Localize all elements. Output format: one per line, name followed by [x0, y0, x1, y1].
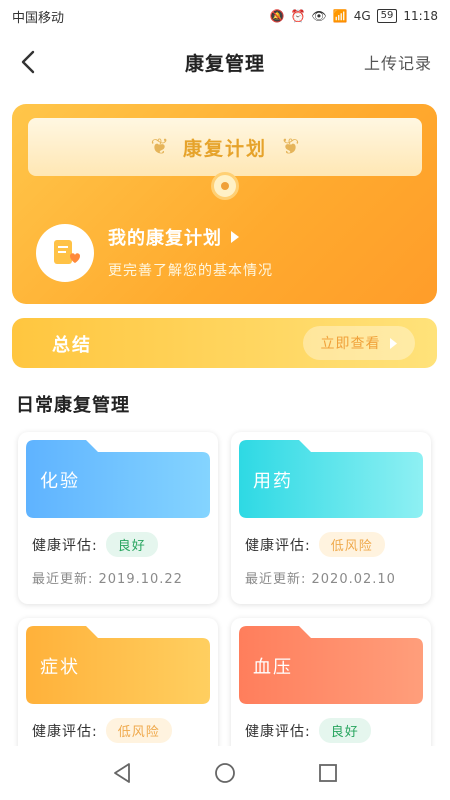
plan-banner: ❦ 康复计划 ❦	[28, 118, 422, 176]
plan-document-icon	[36, 224, 94, 282]
pin-dot-icon	[211, 172, 239, 200]
play-arrow-icon	[231, 231, 239, 243]
back-button[interactable]	[14, 46, 42, 78]
card-title: 血压	[253, 657, 293, 678]
status-badge: 低风险	[105, 718, 172, 743]
card-lab-test[interactable]: 化验 健康评估: 良好 最近更新: 2019.10.22	[18, 432, 218, 604]
status-bar: 中国移动 🔕 ⏰ 👁 📶 4G 59 11:18	[0, 0, 450, 32]
assess-label: 健康评估:	[245, 723, 311, 740]
triangle-back-icon	[113, 763, 130, 783]
health-assessment: 健康评估: 低风险	[245, 532, 385, 557]
square-recents-icon	[319, 764, 338, 782]
health-assessment: 健康评估: 良好	[32, 532, 158, 557]
health-assessment: 健康评估: 良好	[245, 718, 371, 743]
wifi-icon: 📶	[332, 9, 348, 23]
circle-home-icon	[215, 763, 235, 783]
card-medication[interactable]: 用药 健康评估: 低风险 最近更新: 2020.02.10	[231, 432, 431, 604]
folder-header: 化验	[26, 440, 210, 518]
assess-label: 健康评估:	[32, 537, 98, 554]
status-badge: 低风险	[318, 532, 385, 557]
summary-title: 总结	[52, 335, 92, 356]
status-icons: 🔕 ⏰ 👁 📶 4G 59 11:18	[270, 9, 438, 23]
play-arrow-icon	[389, 337, 397, 349]
page-title: 康复管理	[184, 52, 265, 75]
card-title: 症状	[40, 657, 80, 678]
upload-records-link[interactable]: 上传记录	[364, 50, 432, 74]
carrier-label: 中国移动	[12, 10, 65, 26]
network-label: 4G	[353, 9, 371, 23]
view-now-button[interactable]: 立即查看	[303, 326, 415, 360]
chevron-left-icon	[21, 50, 35, 74]
system-nav-bar	[0, 746, 450, 800]
status-badge: 良好	[318, 718, 371, 743]
plan-subtitle: 更完善了解您的基本情况	[108, 263, 273, 279]
recents-key[interactable]	[308, 753, 348, 793]
card-title: 化验	[40, 471, 80, 492]
folder-header: 用药	[239, 440, 423, 518]
view-now-label: 立即查看	[320, 336, 381, 352]
assess-label: 健康评估:	[245, 537, 311, 554]
assess-label: 健康评估:	[32, 723, 98, 740]
plan-banner-title: 康复计划	[182, 137, 267, 160]
alarm-icon: ⏰	[290, 9, 306, 23]
laurel-left-icon: ❦	[150, 134, 169, 160]
summary-bar: 总结 立即查看	[12, 318, 437, 368]
card-title: 用药	[253, 471, 293, 492]
my-plan-link[interactable]: 我的康复计划	[108, 224, 240, 250]
status-badge: 良好	[105, 532, 158, 557]
last-updated: 最近更新: 2020.02.10	[245, 572, 396, 587]
eye-icon: 👁	[311, 9, 327, 23]
home-key[interactable]	[205, 753, 245, 793]
status-time: 11:18	[403, 9, 438, 23]
back-key[interactable]	[102, 753, 142, 793]
battery-icon: 59	[376, 9, 398, 23]
my-plan-label: 我的康复计划	[108, 228, 222, 249]
nav-bar: 康复管理 上传记录	[0, 38, 450, 86]
laurel-right-icon: ❦	[281, 134, 300, 160]
folder-header: 症状	[26, 626, 210, 704]
section-title: 日常康复管理	[16, 395, 130, 416]
last-updated: 最近更新: 2019.10.22	[32, 572, 183, 587]
rehab-plan-card[interactable]: ❦ 康复计划 ❦ 我的康复计划 更完善了解您的基本情况	[12, 104, 437, 304]
folder-header: 血压	[239, 626, 423, 704]
health-assessment: 健康评估: 低风险	[32, 718, 172, 743]
mute-icon: 🔕	[269, 9, 285, 23]
